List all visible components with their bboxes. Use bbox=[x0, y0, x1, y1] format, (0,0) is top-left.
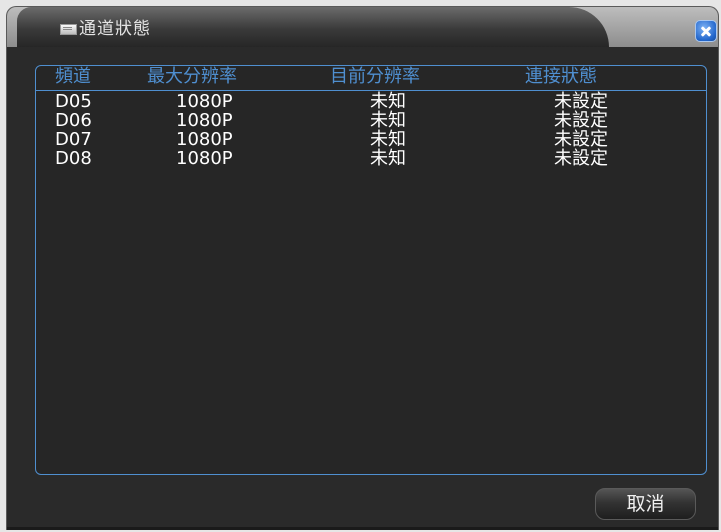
channel-cell: D08 bbox=[55, 148, 92, 169]
connection-status-cell: 未設定 bbox=[554, 91, 608, 112]
header-current-resolution: 目前分辨率 bbox=[330, 66, 420, 87]
header-max-resolution: 最大分辨率 bbox=[147, 66, 237, 87]
max-resolution-cell: 1080P bbox=[176, 148, 233, 169]
channel-status-dialog: 通道狀態 頻道 最大分辨率 目前分辨率 連接狀態 D05 1080P 未知 未設… bbox=[6, 6, 719, 530]
cancel-button[interactable]: 取消 bbox=[595, 488, 696, 520]
table-row[interactable]: D05 1080P 未知 未設定 bbox=[36, 91, 706, 112]
connection-status-cell: 未設定 bbox=[554, 129, 608, 150]
table-body: D05 1080P 未知 未設定 D06 1080P 未知 未設定 D07 10… bbox=[36, 91, 706, 169]
connection-status-cell: 未設定 bbox=[554, 110, 608, 131]
channel-cell: D06 bbox=[55, 110, 92, 131]
table-row[interactable]: D08 1080P 未知 未設定 bbox=[36, 148, 706, 169]
title-tab: 通道狀態 bbox=[17, 7, 609, 47]
connection-status-cell: 未設定 bbox=[554, 148, 608, 169]
current-resolution-cell: 未知 bbox=[370, 148, 406, 169]
window-bottom-edge bbox=[7, 527, 718, 530]
current-resolution-cell: 未知 bbox=[370, 91, 406, 112]
table-header: 頻道 最大分辨率 目前分辨率 連接狀態 bbox=[36, 66, 706, 91]
max-resolution-cell: 1080P bbox=[176, 129, 233, 150]
current-resolution-cell: 未知 bbox=[370, 110, 406, 131]
max-resolution-cell: 1080P bbox=[176, 91, 233, 112]
header-connection-status: 連接狀態 bbox=[525, 66, 597, 87]
channel-cell: D05 bbox=[55, 91, 92, 112]
table-row[interactable]: D06 1080P 未知 未設定 bbox=[36, 110, 706, 131]
envelope-icon bbox=[60, 24, 77, 35]
max-resolution-cell: 1080P bbox=[176, 110, 233, 131]
close-icon[interactable] bbox=[695, 20, 717, 42]
dialog-title: 通道狀態 bbox=[79, 19, 151, 39]
header-channel: 頻道 bbox=[55, 66, 91, 87]
channel-cell: D07 bbox=[55, 129, 92, 150]
current-resolution-cell: 未知 bbox=[370, 129, 406, 150]
table-row[interactable]: D07 1080P 未知 未設定 bbox=[36, 129, 706, 150]
channel-table: 頻道 最大分辨率 目前分辨率 連接狀態 D05 1080P 未知 未設定 D06… bbox=[35, 65, 707, 475]
